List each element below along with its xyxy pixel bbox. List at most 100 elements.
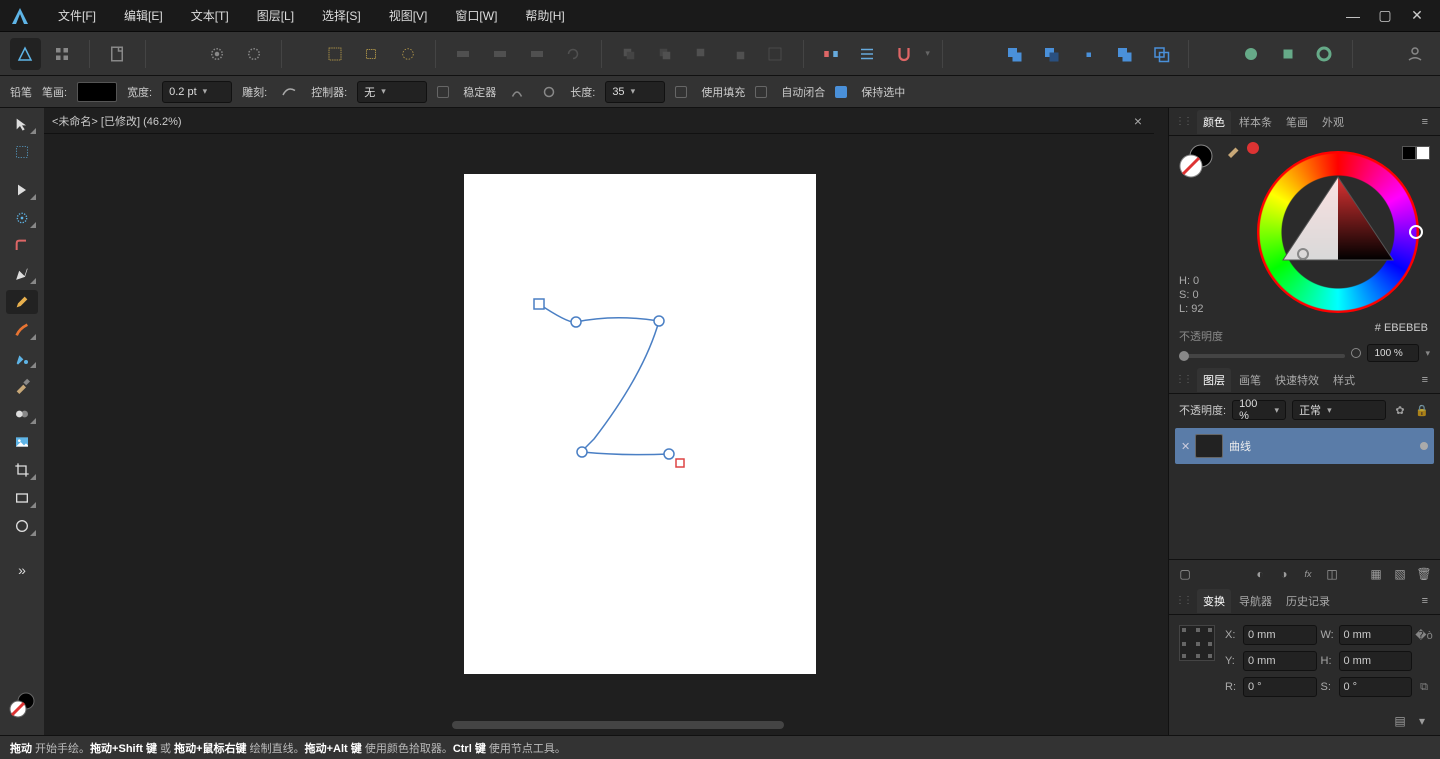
layer-tag-icon[interactable]: ▢ xyxy=(1177,566,1193,582)
layer-settings-icon[interactable]: ✿ xyxy=(1392,402,1408,418)
add-layer-icon[interactable]: ▦ xyxy=(1368,566,1384,582)
toolbar-align1-icon[interactable] xyxy=(448,38,479,70)
transform-h-field[interactable]: 0 mm xyxy=(1339,651,1413,671)
menu-edit[interactable]: 编辑[E] xyxy=(110,3,177,28)
tool-color-swatch[interactable] xyxy=(6,687,38,723)
persona-designer-icon[interactable] xyxy=(10,38,41,70)
align-modes-icon[interactable]: ▤ xyxy=(1392,713,1408,729)
transform-s-field[interactable]: 0 ° xyxy=(1339,677,1413,697)
toolbar-insert-inside-icon[interactable] xyxy=(1236,38,1267,70)
panel-menu-icon[interactable]: ≡ xyxy=(1416,593,1434,609)
tool-place-image[interactable] xyxy=(6,430,38,454)
tab-close-icon[interactable]: × xyxy=(1130,113,1146,129)
opacity-slider[interactable] xyxy=(1179,354,1345,358)
keep-selected-checkbox[interactable] xyxy=(835,86,847,98)
tool-color-picker[interactable] xyxy=(6,374,38,398)
auto-close-checkbox[interactable] xyxy=(755,86,767,98)
tool-corner[interactable] xyxy=(6,234,38,258)
tool-crop[interactable] xyxy=(6,458,38,482)
tool-ellipse[interactable] xyxy=(6,514,38,538)
toolbar-insert-behind-icon[interactable] xyxy=(1272,38,1303,70)
crop-layer-icon[interactable]: ◫ xyxy=(1324,566,1340,582)
toolbar-bool-sub-icon[interactable] xyxy=(1036,38,1067,70)
toolbar-order1-icon[interactable] xyxy=(613,38,644,70)
menu-text[interactable]: 文本[T] xyxy=(177,3,243,28)
panel-menu-icon[interactable]: ≡ xyxy=(1416,114,1434,130)
eyedropper-icon[interactable] xyxy=(1225,140,1243,161)
toolbar-snapping-icon[interactable] xyxy=(815,38,846,70)
toolbar-bool-add-icon[interactable] xyxy=(999,38,1030,70)
toolbar-align2-icon[interactable] xyxy=(485,38,516,70)
drag-handle-icon[interactable]: ⋮⋮ xyxy=(1175,595,1191,606)
mask-icon[interactable]: ◐ xyxy=(1252,566,1268,582)
tool-pencil[interactable] xyxy=(6,290,38,314)
tab-color[interactable]: 颜色 xyxy=(1197,110,1231,134)
transform-r-field[interactable]: 0 ° xyxy=(1243,677,1317,697)
adjustment-icon[interactable]: ◑ xyxy=(1276,566,1292,582)
color-selector-icon[interactable] xyxy=(1177,142,1215,183)
transform-y-field[interactable]: 0 mm xyxy=(1243,651,1317,671)
toolbar-order4-icon[interactable] xyxy=(723,38,754,70)
tool-rectangle[interactable] xyxy=(6,486,38,510)
delete-layer-icon[interactable]: 🗑 xyxy=(1416,566,1432,582)
window-maximize-icon[interactable]: ▢ xyxy=(1378,9,1392,23)
tab-navigator[interactable]: 导航器 xyxy=(1233,589,1278,613)
tab-layers[interactable]: 图层 xyxy=(1197,368,1231,392)
document-tab[interactable]: <未命名> [已修改] (46.2%) × xyxy=(44,108,1154,134)
window-minimize-icon[interactable]: — xyxy=(1346,9,1360,23)
tab-appearance[interactable]: 外观 xyxy=(1316,110,1350,134)
toolbar-align-panel-icon[interactable] xyxy=(760,38,791,70)
toolbar-snap3-icon[interactable] xyxy=(393,38,424,70)
opacity-value-field[interactable]: 100 % xyxy=(1367,344,1419,362)
tab-history[interactable]: 历史记录 xyxy=(1280,589,1336,613)
tool-vector-brush[interactable] xyxy=(6,318,38,342)
toolbar-grid-icon[interactable] xyxy=(47,38,78,70)
tool-more[interactable]: » xyxy=(6,558,38,582)
drag-handle-icon[interactable]: ⋮⋮ xyxy=(1175,374,1191,385)
menu-help[interactable]: 帮助[H] xyxy=(511,3,578,28)
tab-styles[interactable]: 样式 xyxy=(1327,368,1361,392)
color-wheel[interactable] xyxy=(1248,142,1428,325)
menu-select[interactable]: 选择[S] xyxy=(308,3,375,28)
panel-menu-icon[interactable]: ≡ xyxy=(1416,372,1434,388)
toolbar-rotate-icon[interactable] xyxy=(558,38,589,70)
tool-point-transform[interactable] xyxy=(6,206,38,230)
drag-handle-icon[interactable]: ⋮⋮ xyxy=(1175,116,1191,127)
tool-move[interactable] xyxy=(6,112,38,136)
link-rs-icon[interactable]: ⧉ xyxy=(1416,679,1432,695)
anchor-widget[interactable] xyxy=(1179,625,1215,661)
add-pixel-layer-icon[interactable]: ▧ xyxy=(1392,566,1408,582)
blend-mode-field[interactable]: 正常 xyxy=(1292,400,1386,420)
tool-fill[interactable] xyxy=(6,346,38,370)
toolbar-account-icon[interactable] xyxy=(1399,38,1430,70)
tab-transform[interactable]: 变换 xyxy=(1197,589,1231,613)
toolbar-bool-int-icon[interactable] xyxy=(1072,38,1103,70)
length-field[interactable]: 35 xyxy=(605,81,665,103)
menu-window[interactable]: 窗口[W] xyxy=(441,3,511,28)
align-dropdown-icon[interactable]: ▾ xyxy=(1414,713,1430,729)
window-close-icon[interactable]: ✕ xyxy=(1410,9,1424,23)
width-field[interactable]: 0.2 pt xyxy=(162,81,232,103)
transform-x-field[interactable]: 0 mm xyxy=(1243,625,1317,645)
tab-effects[interactable]: 快速特效 xyxy=(1269,368,1325,392)
controller-field[interactable]: 无 xyxy=(357,81,427,103)
menu-file[interactable]: 文件[F] xyxy=(44,3,110,28)
stabilizer-mode1-icon[interactable] xyxy=(506,81,528,103)
transform-w-field[interactable]: 0 mm xyxy=(1339,625,1413,645)
use-fill-checkbox[interactable] xyxy=(675,86,687,98)
stabilizer-checkbox[interactable] xyxy=(437,86,449,98)
layer-visibility-icon[interactable] xyxy=(1420,442,1428,450)
canvas-page[interactable] xyxy=(464,174,816,674)
toolbar-settings-icon[interactable] xyxy=(239,38,270,70)
tool-pen[interactable] xyxy=(6,262,38,286)
toolbar-snap1-icon[interactable] xyxy=(319,38,350,70)
toolbar-snap2-icon[interactable] xyxy=(356,38,387,70)
stroke-swatch[interactable] xyxy=(77,82,117,102)
toolbar-insert-top-icon[interactable] xyxy=(1309,38,1340,70)
fx-icon[interactable]: fx xyxy=(1300,566,1316,582)
link-wh-icon[interactable]: �ò xyxy=(1416,627,1432,643)
tab-stroke[interactable]: 笔画 xyxy=(1280,110,1314,134)
tab-brushes[interactable]: 画笔 xyxy=(1233,368,1267,392)
tool-marquee[interactable] xyxy=(6,140,38,164)
toolbar-bool-div-icon[interactable] xyxy=(1146,38,1177,70)
